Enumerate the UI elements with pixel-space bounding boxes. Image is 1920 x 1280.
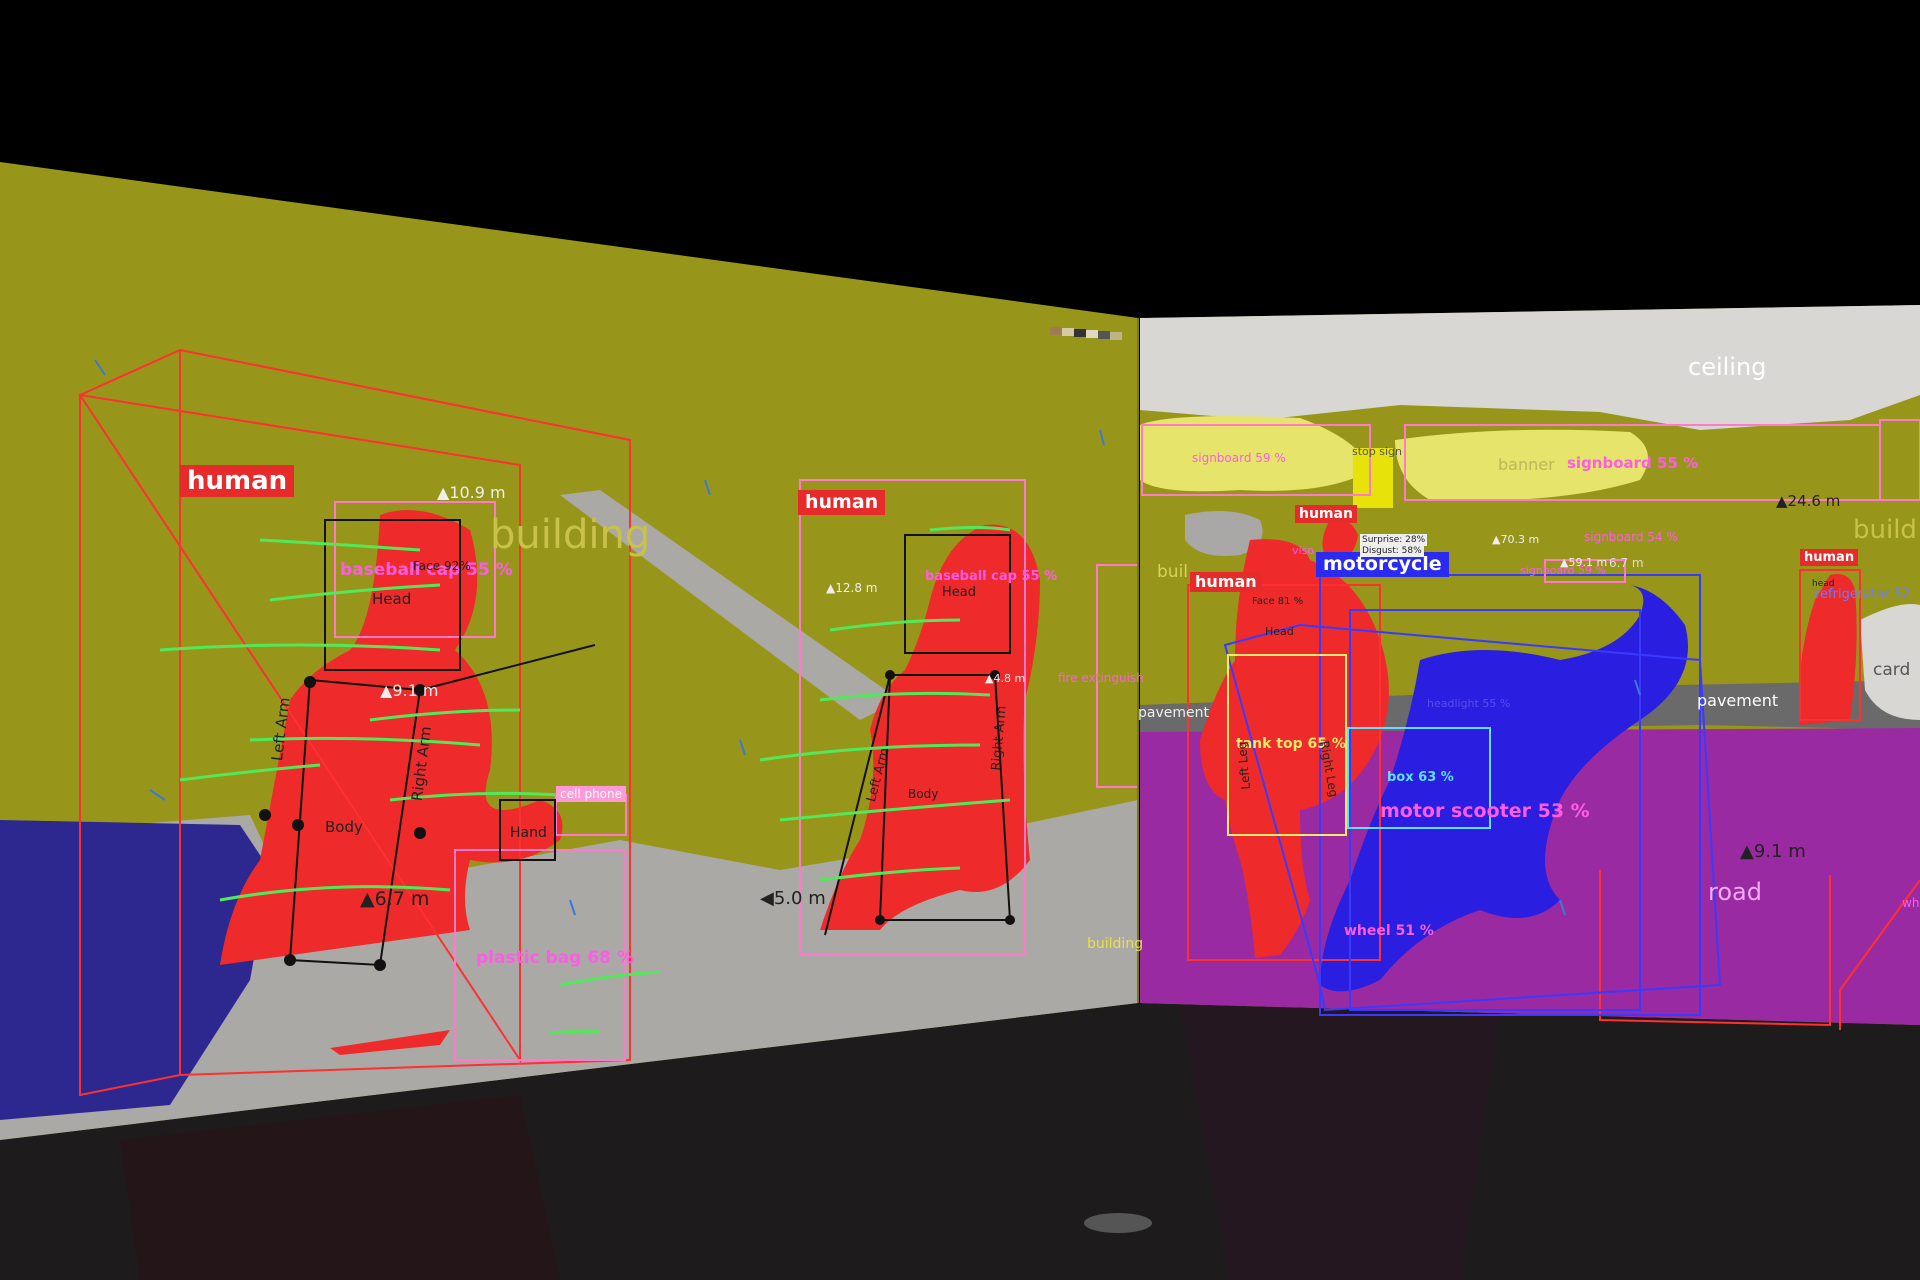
- detection-baseball-cap-2: baseball cap 55 %: [925, 569, 1058, 584]
- distance-label-8: ▲70.3 m: [1492, 533, 1540, 546]
- human-tag-2: human: [798, 490, 886, 515]
- distance-value: 59.1 m: [1568, 556, 1608, 569]
- distance-value: 12.8 m: [835, 581, 878, 595]
- distance-label-6: ◀5.0 m: [760, 888, 826, 909]
- semantic-label-build: build: [1853, 515, 1917, 545]
- detection-signboard-2: signboard 55 %: [1567, 454, 1699, 472]
- detection-viso: viso: [1292, 544, 1315, 557]
- detection-signboard-1: signboard 59 %: [1192, 451, 1286, 465]
- joint-head-3: Head: [1265, 625, 1294, 638]
- semantic-label-banner: banner: [1498, 455, 1555, 474]
- detection-refrigerator: refrigerator 52: [1815, 587, 1911, 602]
- distance-label-2: ▲9.1 m: [380, 681, 439, 700]
- joint-body-2: Body: [908, 787, 939, 801]
- semantic-label-buil: buil: [1157, 562, 1189, 582]
- distance-value: 9.1 m: [1753, 841, 1806, 862]
- distance-label-10: 6.7 m: [1609, 557, 1644, 569]
- detection-cell-phone: cell phone: [556, 786, 627, 802]
- semantic-label-ceiling: ceiling: [1688, 353, 1767, 381]
- semantic-label-building-small: building: [1087, 936, 1144, 952]
- semantic-label-card: card: [1873, 660, 1911, 680]
- joint-head-1: Head: [372, 590, 412, 608]
- distance-value: 6.7 m: [1609, 556, 1644, 570]
- distance-value: 24.6 m: [1787, 492, 1841, 510]
- floor-drain: [1084, 1213, 1152, 1233]
- distance-value: 10.9 m: [449, 483, 506, 502]
- distance-label-4: ▲12.8 m: [826, 581, 878, 595]
- distance-label-3: ▲6.7 m: [360, 888, 430, 910]
- distance-label-1: ▲10.9 m: [437, 483, 506, 502]
- detection-plastic-bag: plastic bag 68 %: [476, 948, 634, 968]
- detection-stop-sign: stop sign: [1352, 445, 1402, 458]
- human-tag-4: human: [1190, 572, 1262, 592]
- distance-label-5: ▲4.8 m: [985, 672, 1026, 685]
- joint-body-1: Body: [325, 818, 363, 836]
- semantic-label-building: building: [490, 512, 651, 558]
- projection-scene: [0, 0, 1920, 1280]
- semantic-label-pavement-2: pavement: [1697, 691, 1779, 710]
- face-label-2: Face 81 %: [1252, 596, 1304, 607]
- floor-reflection-right: [1180, 1005, 1500, 1280]
- distance-label-11: ▲9.1 m: [1740, 841, 1806, 862]
- detection-motor-scooter: motor scooter 53 %: [1380, 800, 1590, 822]
- joint-head-2: Head: [942, 585, 976, 600]
- detection-wh: wh: [1902, 896, 1920, 910]
- distance-label-9: ▲59.1 m: [1560, 556, 1608, 569]
- joint-hand-1: Hand: [510, 825, 547, 841]
- detection-fire-extinguisher: fire extinguish: [1058, 671, 1144, 685]
- human-tag-3: human: [1295, 505, 1357, 523]
- emotion-disgust: Disgust: 58%: [1360, 545, 1424, 557]
- semantic-label-pavement-1: pavement: [1138, 705, 1209, 721]
- distance-value: 5.0 m: [773, 888, 826, 909]
- distance-value: 6.7 m: [374, 888, 430, 910]
- human-tag-5: human: [1800, 549, 1859, 566]
- face-label-1: Face 92%: [413, 559, 471, 573]
- detection-wheel: wheel 51 %: [1344, 923, 1434, 939]
- distance-value: 70.3 m: [1500, 533, 1540, 546]
- semantic-label-road: road: [1708, 878, 1762, 906]
- detection-headlight: headlight 55 %: [1427, 697, 1511, 710]
- detection-signboard-3: signboard 54 %: [1584, 530, 1678, 544]
- human-tag-1: human: [180, 465, 295, 497]
- distance-label-7: ▲24.6 m: [1776, 492, 1841, 510]
- distance-value: 9.1 m: [392, 681, 439, 700]
- detection-box: box 63 %: [1387, 770, 1454, 785]
- distance-value: 4.8 m: [993, 672, 1026, 685]
- joint-head-far: head: [1812, 579, 1835, 589]
